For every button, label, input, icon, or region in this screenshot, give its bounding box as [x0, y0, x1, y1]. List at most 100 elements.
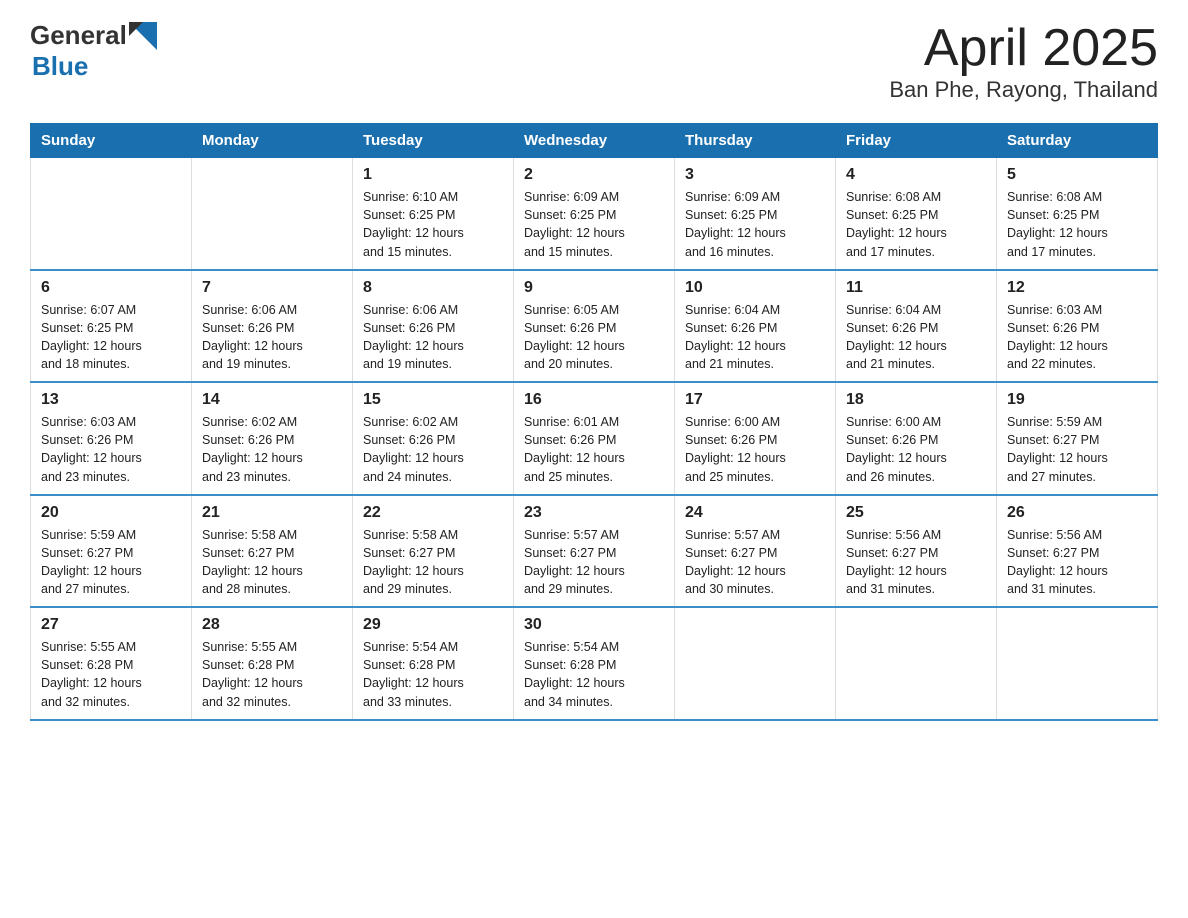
day-number: 26: [1007, 504, 1147, 522]
day-info: Sunrise: 6:09 AM Sunset: 6:25 PM Dayligh…: [524, 188, 664, 261]
day-info: Sunrise: 6:10 AM Sunset: 6:25 PM Dayligh…: [363, 188, 503, 261]
day-info: Sunrise: 5:54 AM Sunset: 6:28 PM Dayligh…: [524, 638, 664, 711]
calendar-day-header: Thursday: [675, 124, 836, 158]
day-info: Sunrise: 5:54 AM Sunset: 6:28 PM Dayligh…: [363, 638, 503, 711]
calendar-cell: 3 Sunrise: 6:09 AM Sunset: 6:25 PM Daylig…: [675, 158, 836, 270]
calendar-cell: 17 Sunrise: 6:00 AM Sunset: 6:26 PM Dayli…: [675, 382, 836, 495]
day-info: Sunrise: 5:56 AM Sunset: 6:27 PM Dayligh…: [1007, 526, 1147, 599]
day-number: 10: [685, 279, 825, 297]
day-info: Sunrise: 6:02 AM Sunset: 6:26 PM Dayligh…: [202, 413, 342, 486]
day-info: Sunrise: 6:00 AM Sunset: 6:26 PM Dayligh…: [685, 413, 825, 486]
title-section: April 2025 Ban Phe, Rayong, Thailand: [889, 20, 1158, 103]
day-number: 28: [202, 616, 342, 634]
day-info: Sunrise: 6:07 AM Sunset: 6:25 PM Dayligh…: [41, 301, 181, 374]
calendar-cell: 19 Sunrise: 5:59 AM Sunset: 6:27 PM Dayli…: [997, 382, 1158, 495]
logo-blue: Blue: [32, 51, 88, 82]
day-number: 4: [846, 166, 986, 184]
day-number: 21: [202, 504, 342, 522]
day-info: Sunrise: 6:02 AM Sunset: 6:26 PM Dayligh…: [363, 413, 503, 486]
calendar-cell: 23 Sunrise: 5:57 AM Sunset: 6:27 PM Dayli…: [514, 495, 675, 608]
calendar-day-header: Wednesday: [514, 124, 675, 158]
day-info: Sunrise: 6:03 AM Sunset: 6:26 PM Dayligh…: [41, 413, 181, 486]
calendar-day-header: Saturday: [997, 124, 1158, 158]
day-info: Sunrise: 6:03 AM Sunset: 6:26 PM Dayligh…: [1007, 301, 1147, 374]
day-number: 30: [524, 616, 664, 634]
calendar-week-row: 20 Sunrise: 5:59 AM Sunset: 6:27 PM Dayli…: [31, 495, 1158, 608]
day-number: 27: [41, 616, 181, 634]
calendar-week-row: 1 Sunrise: 6:10 AM Sunset: 6:25 PM Daylig…: [31, 158, 1158, 270]
calendar-cell: 13Sunrise: 6:03 AM Sunset: 6:26 PM Dayli…: [31, 382, 192, 495]
calendar-day-header: Monday: [192, 124, 353, 158]
calendar-cell: 18Sunrise: 6:00 AM Sunset: 6:26 PM Dayli…: [836, 382, 997, 495]
day-number: 6: [41, 279, 181, 297]
calendar-cell: 2 Sunrise: 6:09 AM Sunset: 6:25 PM Daylig…: [514, 158, 675, 270]
day-info: Sunrise: 5:57 AM Sunset: 6:27 PM Dayligh…: [524, 526, 664, 599]
calendar-cell: 9Sunrise: 6:05 AM Sunset: 6:26 PM Daylig…: [514, 270, 675, 383]
day-number: 29: [363, 616, 503, 634]
calendar-cell: [192, 158, 353, 270]
day-info: Sunrise: 5:55 AM Sunset: 6:28 PM Dayligh…: [41, 638, 181, 711]
day-number: 11: [846, 279, 986, 297]
calendar-cell: 4 Sunrise: 6:08 AM Sunset: 6:25 PM Daylig…: [836, 158, 997, 270]
day-info: Sunrise: 5:58 AM Sunset: 6:27 PM Dayligh…: [363, 526, 503, 599]
calendar-week-row: 27 Sunrise: 5:55 AM Sunset: 6:28 PM Dayli…: [31, 607, 1158, 720]
day-number: 12: [1007, 279, 1147, 297]
calendar-cell: 11 Sunrise: 6:04 AM Sunset: 6:26 PM Dayli…: [836, 270, 997, 383]
page-subtitle: Ban Phe, Rayong, Thailand: [889, 77, 1158, 103]
day-number: 25: [846, 504, 986, 522]
day-number: 17: [685, 391, 825, 409]
day-number: 24: [685, 504, 825, 522]
calendar-table: SundayMondayTuesdayWednesdayThursdayFrid…: [30, 123, 1158, 721]
calendar-cell: 28 Sunrise: 5:55 AM Sunset: 6:28 PM Dayli…: [192, 607, 353, 720]
calendar-week-row: 13Sunrise: 6:03 AM Sunset: 6:26 PM Dayli…: [31, 382, 1158, 495]
day-number: 19: [1007, 391, 1147, 409]
logo: General Blue: [30, 20, 157, 82]
day-info: Sunrise: 6:01 AM Sunset: 6:26 PM Dayligh…: [524, 413, 664, 486]
day-info: Sunrise: 5:59 AM Sunset: 6:27 PM Dayligh…: [41, 526, 181, 599]
day-number: 16: [524, 391, 664, 409]
calendar-cell: 29 Sunrise: 5:54 AM Sunset: 6:28 PM Dayli…: [353, 607, 514, 720]
calendar-cell: [997, 607, 1158, 720]
calendar-cell: 14 Sunrise: 6:02 AM Sunset: 6:26 PM Dayli…: [192, 382, 353, 495]
day-number: 15: [363, 391, 503, 409]
day-number: 23: [524, 504, 664, 522]
day-info: Sunrise: 6:08 AM Sunset: 6:25 PM Dayligh…: [1007, 188, 1147, 261]
day-number: 22: [363, 504, 503, 522]
calendar-cell: [836, 607, 997, 720]
day-number: 5: [1007, 166, 1147, 184]
page-title: April 2025: [889, 20, 1158, 77]
calendar-cell: 26 Sunrise: 5:56 AM Sunset: 6:27 PM Dayli…: [997, 495, 1158, 608]
calendar-cell: 6 Sunrise: 6:07 AM Sunset: 6:25 PM Daylig…: [31, 270, 192, 383]
calendar-cell: 25Sunrise: 5:56 AM Sunset: 6:27 PM Dayli…: [836, 495, 997, 608]
calendar-day-header: Tuesday: [353, 124, 514, 158]
day-number: 20: [41, 504, 181, 522]
calendar-day-header: Friday: [836, 124, 997, 158]
day-number: 9: [524, 279, 664, 297]
calendar-cell: 30 Sunrise: 5:54 AM Sunset: 6:28 PM Dayli…: [514, 607, 675, 720]
calendar-cell: 1 Sunrise: 6:10 AM Sunset: 6:25 PM Daylig…: [353, 158, 514, 270]
calendar-header-row: SundayMondayTuesdayWednesdayThursdayFrid…: [31, 124, 1158, 158]
calendar-cell: 16 Sunrise: 6:01 AM Sunset: 6:26 PM Dayli…: [514, 382, 675, 495]
day-info: Sunrise: 6:09 AM Sunset: 6:25 PM Dayligh…: [685, 188, 825, 261]
calendar-cell: 20 Sunrise: 5:59 AM Sunset: 6:27 PM Dayli…: [31, 495, 192, 608]
day-number: 1: [363, 166, 503, 184]
day-info: Sunrise: 5:55 AM Sunset: 6:28 PM Dayligh…: [202, 638, 342, 711]
calendar-cell: 22 Sunrise: 5:58 AM Sunset: 6:27 PM Dayli…: [353, 495, 514, 608]
day-info: Sunrise: 6:04 AM Sunset: 6:26 PM Dayligh…: [846, 301, 986, 374]
day-info: Sunrise: 5:59 AM Sunset: 6:27 PM Dayligh…: [1007, 413, 1147, 486]
day-number: 8: [363, 279, 503, 297]
day-number: 14: [202, 391, 342, 409]
day-info: Sunrise: 6:00 AM Sunset: 6:26 PM Dayligh…: [846, 413, 986, 486]
day-number: 7: [202, 279, 342, 297]
calendar-cell: 27 Sunrise: 5:55 AM Sunset: 6:28 PM Dayli…: [31, 607, 192, 720]
day-info: Sunrise: 6:04 AM Sunset: 6:26 PM Dayligh…: [685, 301, 825, 374]
calendar-cell: 5 Sunrise: 6:08 AM Sunset: 6:25 PM Daylig…: [997, 158, 1158, 270]
day-info: Sunrise: 6:06 AM Sunset: 6:26 PM Dayligh…: [202, 301, 342, 374]
day-info: Sunrise: 5:57 AM Sunset: 6:27 PM Dayligh…: [685, 526, 825, 599]
day-info: Sunrise: 6:08 AM Sunset: 6:25 PM Dayligh…: [846, 188, 986, 261]
day-number: 2: [524, 166, 664, 184]
calendar-cell: 15 Sunrise: 6:02 AM Sunset: 6:26 PM Dayli…: [353, 382, 514, 495]
calendar-day-header: Sunday: [31, 124, 192, 158]
calendar-cell: 10 Sunrise: 6:04 AM Sunset: 6:26 PM Dayli…: [675, 270, 836, 383]
day-number: 3: [685, 166, 825, 184]
